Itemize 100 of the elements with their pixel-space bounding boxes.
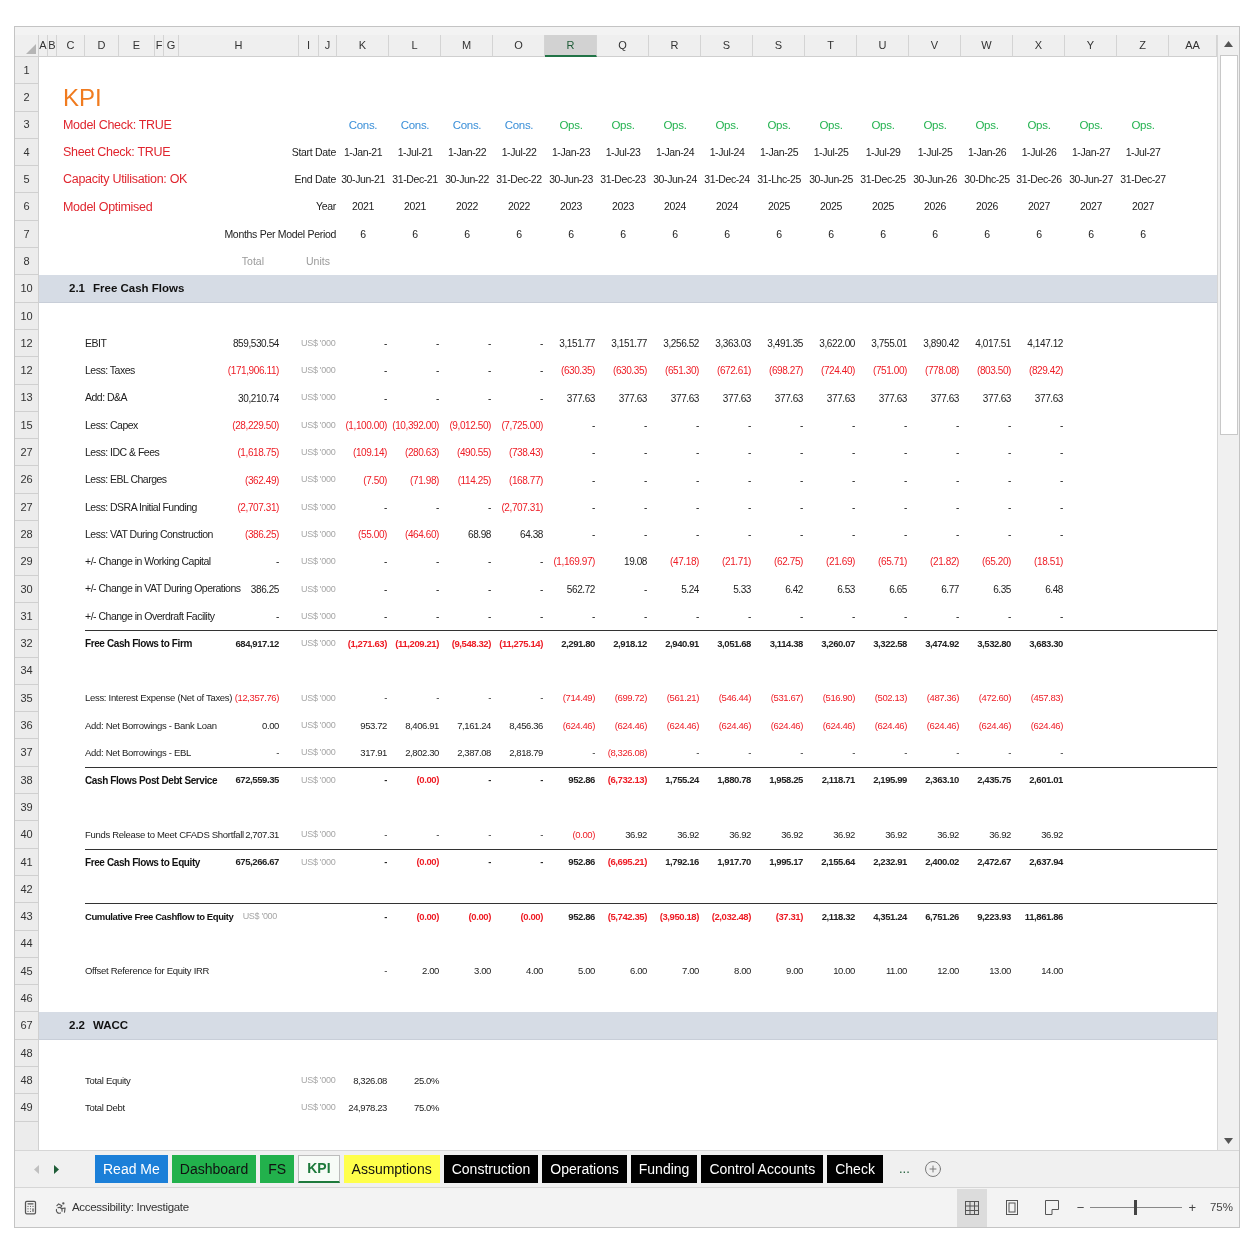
row-number[interactable]: 36	[15, 712, 39, 740]
column-header[interactable]: U	[857, 35, 909, 57]
row-number[interactable]: 48	[15, 1067, 39, 1095]
column-header[interactable]: L	[389, 35, 441, 57]
row-number[interactable]: 32	[15, 630, 39, 658]
column-header[interactable]: X	[1013, 35, 1065, 57]
column-header[interactable]: E	[119, 35, 155, 57]
row-number[interactable]: 12	[15, 357, 39, 385]
column-header[interactable]: D	[85, 35, 119, 57]
column-header[interactable]: J	[319, 35, 337, 57]
value-cell-text: -	[956, 419, 960, 433]
row-number[interactable]: 49	[15, 1094, 39, 1122]
sheet-tab[interactable]: Operations	[542, 1155, 627, 1183]
more-tabs[interactable]: ...	[898, 1159, 910, 1179]
column-header[interactable]: F	[155, 35, 164, 57]
row-number[interactable]: 2	[15, 84, 39, 112]
row-number[interactable]: 3	[15, 111, 39, 139]
column-header[interactable]: T	[805, 35, 857, 57]
row-number[interactable]: 38	[15, 766, 39, 794]
sheet-tab[interactable]: Assumptions	[343, 1155, 440, 1183]
column-header[interactable]: R	[649, 35, 701, 57]
row-number[interactable]: 27	[15, 493, 39, 522]
zoom-slider-thumb[interactable]	[1133, 1200, 1137, 1215]
sheet-tab[interactable]: Control Accounts	[701, 1155, 824, 1183]
vertical-scrollbar[interactable]	[1217, 35, 1239, 1150]
row-number[interactable]: 1	[15, 57, 39, 85]
zoom-out-button[interactable]: −	[1076, 1197, 1085, 1218]
row-number[interactable]: 40	[15, 821, 39, 849]
row-number[interactable]: 15	[15, 411, 39, 440]
column-header[interactable]: K	[337, 35, 389, 57]
row-number[interactable]: 6	[15, 193, 39, 221]
line-label: Offset Reference for Equity IRR	[85, 964, 210, 979]
value-cell-text: (490.55)	[456, 446, 492, 461]
row-number[interactable]: 30	[15, 575, 39, 603]
value-cell-text: -	[1008, 419, 1012, 433]
column-header[interactable]: H	[179, 35, 299, 57]
accessibility-icon[interactable]	[54, 1200, 68, 1215]
row-number[interactable]: 42	[15, 875, 39, 904]
row-number[interactable]: 34	[15, 657, 39, 685]
view-button[interactable]	[956, 1188, 987, 1227]
row-number[interactable]: 28	[15, 521, 39, 549]
row-number[interactable]: 10	[15, 275, 39, 303]
row-number[interactable]: 41	[15, 848, 39, 876]
column-header[interactable]: M	[441, 35, 493, 57]
column-header[interactable]: Z	[1117, 35, 1169, 57]
sheet-tab[interactable]: FS	[260, 1155, 295, 1183]
row-number[interactable]: 39	[15, 794, 39, 822]
sheet-tab[interactable]: Construction	[443, 1155, 539, 1183]
row-number[interactable]: 26	[15, 466, 39, 494]
zoom-slider[interactable]	[1090, 1200, 1183, 1215]
row-number[interactable]: 27	[15, 439, 39, 467]
column-header[interactable]: A	[39, 35, 48, 57]
row-number[interactable]: 13	[15, 384, 39, 412]
row-number[interactable]: 35	[15, 684, 39, 713]
row-number[interactable]: 48	[15, 1039, 39, 1067]
sheet-tab[interactable]: Funding	[630, 1155, 698, 1183]
sheet-tab[interactable]: KPI	[298, 1155, 340, 1183]
units-cell-text: US$ '000	[300, 527, 336, 541]
zoom-in-button[interactable]: +	[1188, 1197, 1196, 1218]
column-header[interactable]: I	[299, 35, 319, 57]
row-number[interactable]: 10	[15, 302, 39, 330]
row-number[interactable]: 12	[15, 329, 39, 358]
period-cell-text: 6	[1140, 226, 1146, 242]
value-cell-text: 36.92	[937, 827, 960, 842]
column-header[interactable]: B	[48, 35, 57, 57]
up-arrow-icon[interactable]	[1224, 41, 1233, 47]
row-number[interactable]: 43	[15, 903, 39, 931]
right-arrow-icon[interactable]	[54, 1164, 59, 1174]
column-header[interactable]: G	[164, 35, 179, 57]
value-cell-text: 9.00	[786, 964, 804, 979]
total-cell-text: 684,917.12	[235, 636, 280, 651]
column-header[interactable]: Y	[1065, 35, 1117, 57]
row-number[interactable]: 44	[15, 930, 39, 958]
down-arrow-icon[interactable]	[1224, 1138, 1233, 1144]
column-header[interactable]: S	[753, 35, 805, 57]
sheet-tab[interactable]: Dashboard	[171, 1155, 257, 1183]
row-number[interactable]: 37	[15, 739, 39, 767]
row-number[interactable]: 29	[15, 548, 39, 576]
row-number[interactable]: 31	[15, 602, 39, 631]
scrollbar-thumb[interactable]	[1219, 55, 1238, 435]
row-number[interactable]: 7	[15, 220, 39, 249]
row-number[interactable]: 4	[15, 138, 39, 167]
accessibility-status[interactable]: Accessibility: Investigate	[72, 1198, 189, 1217]
column-header[interactable]: W	[961, 35, 1013, 57]
add-sheet-icon[interactable]	[923, 1160, 942, 1178]
row-number[interactable]: 46	[15, 985, 39, 1013]
zoom-level[interactable]: 75%	[1209, 1198, 1233, 1217]
column-header[interactable]: V	[909, 35, 961, 57]
row-number[interactable]: 5	[15, 166, 39, 194]
sheet-tab[interactable]: Check	[827, 1155, 883, 1183]
column-header[interactable]: Q	[597, 35, 649, 57]
row-number[interactable]: 45	[15, 957, 39, 986]
column-header[interactable]: R	[545, 35, 597, 57]
sheet-tab[interactable]: Read Me	[95, 1155, 168, 1183]
row-number[interactable]: 67	[15, 1012, 39, 1040]
column-header[interactable]: C	[57, 35, 85, 57]
row-number[interactable]: 8	[15, 248, 39, 276]
column-header[interactable]: S	[701, 35, 753, 57]
value-cell-text: -	[540, 773, 544, 788]
calculator-icon[interactable]	[23, 1200, 38, 1215]
